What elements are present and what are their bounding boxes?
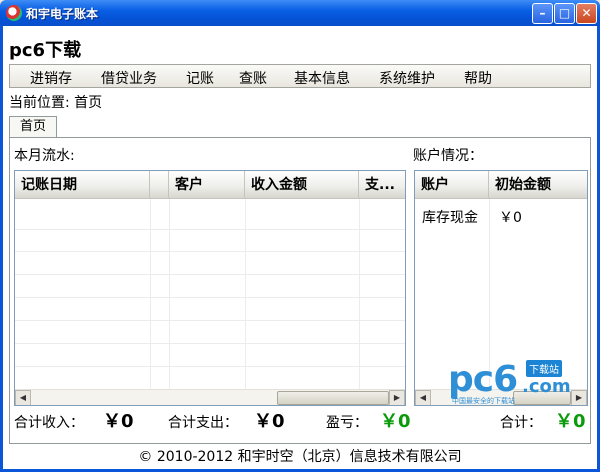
- expense-total-label: 合计支出：: [168, 415, 238, 431]
- profit-label: 盈亏：: [326, 415, 368, 431]
- menu-bar: 进销存 借贷业务 记账 查账 基本信息 系统维护 帮助: [9, 64, 591, 88]
- window-title: 和宇电子账本: [26, 7, 99, 21]
- grid-line: [15, 251, 405, 252]
- menu-inventory[interactable]: 进销存: [30, 68, 72, 88]
- grid-line: [15, 366, 405, 367]
- menu-query[interactable]: 查账: [239, 68, 267, 88]
- flow-label: 本月流水:: [14, 148, 75, 164]
- app-icon: [6, 5, 22, 21]
- flow-grid-header: 记账日期 客户 收入金额 支...: [15, 171, 405, 199]
- tab-home[interactable]: 首页: [9, 116, 57, 138]
- menu-basic-info[interactable]: 基本信息: [294, 68, 350, 88]
- scroll-left-icon[interactable]: ◀: [15, 390, 31, 405]
- account-sum-value: ￥0: [555, 411, 586, 432]
- col-initial-amount[interactable]: 初始金额: [489, 171, 587, 199]
- company-name: pc6下载: [9, 40, 82, 61]
- pc6-watermark-logo: pc6 下载站 .com 中国最安全的下载站: [448, 359, 571, 405]
- col-account[interactable]: 账户: [415, 171, 489, 199]
- grid-line: [15, 320, 405, 321]
- col-expense[interactable]: 支...: [359, 171, 405, 199]
- watermark-domain: .com: [522, 376, 571, 397]
- title-bar[interactable]: 和宇电子账本 – □ ✕: [0, 0, 600, 26]
- account-label: 账户情况：: [413, 148, 483, 164]
- scroll-thumb[interactable]: [277, 391, 389, 405]
- menu-system[interactable]: 系统维护: [379, 68, 435, 88]
- minimize-button[interactable]: –: [532, 3, 553, 24]
- account-grid-header: 账户 初始金额: [415, 171, 587, 199]
- breadcrumb: 当前位置: 首页: [9, 95, 103, 111]
- maximize-button[interactable]: □: [554, 3, 575, 24]
- income-total-label: 合计收入：: [14, 415, 84, 431]
- grid-line: [15, 274, 405, 275]
- watermark-badge: 下载站: [526, 360, 562, 377]
- copyright-footer: © 2010-2012 和宇时空（北京）信息技术有限公司: [138, 449, 462, 465]
- scroll-right-icon[interactable]: ▶: [571, 390, 587, 405]
- scroll-right-icon[interactable]: ▶: [389, 390, 405, 405]
- account-sum-label: 合计：: [500, 415, 542, 431]
- flow-grid[interactable]: 记账日期 客户 收入金额 支... ◀ ▶: [14, 170, 406, 406]
- watermark-main: pc6: [448, 359, 518, 400]
- flow-hscrollbar[interactable]: ◀ ▶: [15, 389, 405, 405]
- grid-line: [169, 199, 170, 391]
- col-income[interactable]: 收入金额: [245, 171, 359, 199]
- grid-line: [150, 199, 151, 391]
- menu-help[interactable]: 帮助: [464, 68, 492, 88]
- expense-total-value: ￥0: [254, 411, 285, 432]
- grid-line: [245, 199, 246, 391]
- home-panel: 本月流水: 账户情况： 记账日期 客户 收入金额 支... ◀ ▶ 账户 初始金…: [9, 137, 591, 444]
- grid-line: [359, 199, 360, 391]
- account-row-amount[interactable]: ￥0: [499, 207, 522, 227]
- close-button[interactable]: ✕: [576, 3, 597, 24]
- grid-line: [15, 343, 405, 344]
- grid-line: [15, 229, 405, 230]
- col-blank[interactable]: [150, 171, 169, 199]
- client-area: pc6下载 进销存 借贷业务 记账 查账 基本信息 系统维护 帮助 当前位置: …: [3, 26, 597, 469]
- watermark-sub: 中国最安全的下载站: [452, 397, 515, 405]
- app-window: 和宇电子账本 – □ ✕ pc6下载 进销存 借贷业务 记账 查账 基本信息 系…: [0, 0, 600, 472]
- profit-value: ￥0: [380, 411, 411, 432]
- col-date[interactable]: 记账日期: [15, 171, 150, 199]
- menu-loans[interactable]: 借贷业务: [101, 68, 157, 88]
- menu-bookkeeping[interactable]: 记账: [186, 68, 214, 88]
- account-row-name[interactable]: 库存现金: [422, 207, 478, 227]
- scroll-left-icon[interactable]: ◀: [415, 390, 431, 405]
- grid-line: [15, 297, 405, 298]
- income-total-value: ￥0: [103, 411, 134, 432]
- col-customer[interactable]: 客户: [169, 171, 245, 199]
